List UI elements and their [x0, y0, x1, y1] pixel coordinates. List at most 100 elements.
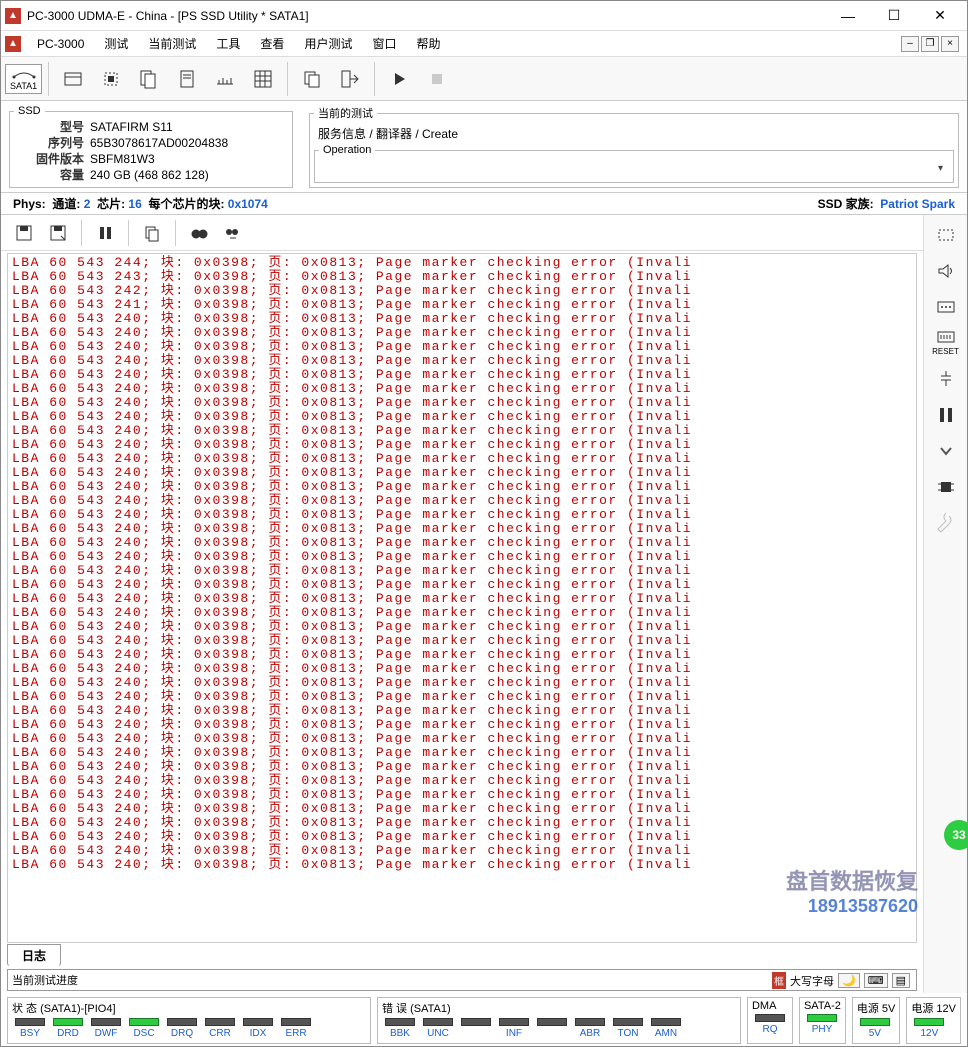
status-tray: 框 大写字母 🌙 ⌨ ▤ [772, 972, 910, 989]
led-dwf: DWF [88, 1018, 124, 1039]
status-p5-group: 电源 5V 5V [852, 997, 901, 1044]
led-bar [537, 1018, 567, 1026]
titlebar: ▲ PC-3000 UDMA-E - China - [PS SSD Utili… [1, 1, 967, 31]
close-button[interactable]: ✕ [917, 2, 963, 30]
tool-exit-icon[interactable] [332, 60, 368, 98]
led-crr: CRR [202, 1018, 238, 1039]
tool-ruler-icon[interactable] [207, 60, 243, 98]
led-bsy: BSY [12, 1018, 48, 1039]
operation-fieldset: Operation ▾ [314, 144, 954, 183]
tool-card-icon[interactable] [55, 60, 91, 98]
save-as-icon[interactable] [43, 218, 73, 248]
side-pause-icon[interactable] [930, 401, 962, 429]
led-label: TON [618, 1028, 639, 1039]
menu-tools[interactable]: 工具 [206, 33, 250, 54]
fw-value: SBFM81W3 [90, 151, 288, 167]
menubar: ▲ PC-3000 测试 当前测试 工具 查看 用户测试 窗口 帮助 – ❐ × [1, 31, 967, 57]
tray-extra-icon[interactable]: ▤ [892, 973, 910, 988]
tool-stop-icon[interactable] [419, 60, 455, 98]
blocks-value: 0x1074 [228, 197, 268, 211]
side-board-icon[interactable] [930, 293, 962, 321]
side-capacitor-icon[interactable] [930, 365, 962, 393]
led-ton: TON [610, 1018, 646, 1039]
capacity-value: 240 GB (468 862 128) [90, 167, 288, 183]
tool-grid-icon[interactable] [245, 60, 281, 98]
keyboard-icon[interactable]: ⌨ [864, 973, 888, 988]
sata-tab-label: SATA1 [10, 81, 37, 91]
app-label[interactable]: PC-3000 [27, 35, 94, 53]
status-err-label: 错 误 (SATA1) [382, 1000, 736, 1016]
menu-current-test[interactable]: 当前测试 [138, 33, 206, 54]
led-bar [499, 1018, 529, 1026]
led-bar [91, 1018, 121, 1026]
serial-label: 序列号 [14, 135, 84, 151]
led-inf: INF [496, 1018, 532, 1039]
mdi-minimize-button[interactable]: – [901, 36, 919, 52]
caps-label: 大写字母 [790, 973, 834, 989]
save-icon[interactable] [9, 218, 39, 248]
model-value: SATAFIRM S11 [90, 119, 288, 135]
led-label: BSY [20, 1028, 40, 1039]
current-test-fieldset: 当前的测试 服务信息 / 翻译器 / Create Operation ▾ [309, 105, 959, 188]
led-label: CRR [209, 1028, 231, 1039]
caps-indicator: 框 [772, 972, 786, 989]
led-label: ABR [580, 1028, 601, 1039]
status-sata2-label: SATA-2 [804, 1000, 841, 1012]
serial-value: 65B3078617AD00204838 [90, 135, 288, 151]
maximize-button[interactable]: ☐ [871, 2, 917, 30]
binoculars-next-icon[interactable] [218, 218, 248, 248]
led-bbk: BBK [382, 1018, 418, 1039]
model-label: 型号 [14, 119, 84, 135]
led-label: 5V [869, 1028, 881, 1039]
menu-user-test[interactable]: 用户测试 [294, 33, 362, 54]
side-chip-icon[interactable] [930, 221, 962, 249]
tab-log[interactable]: 日志 [7, 944, 61, 967]
tool-copy-icon[interactable] [294, 60, 330, 98]
led-bar [860, 1018, 890, 1026]
chevron-down-icon[interactable]: ▾ [938, 163, 943, 174]
menu-test[interactable]: 测试 [94, 33, 138, 54]
moon-icon[interactable]: 🌙 [838, 973, 860, 988]
side-speaker-icon[interactable] [930, 257, 962, 285]
led-phy: PHY [804, 1014, 840, 1035]
main-toolbar: SATA1 [1, 57, 967, 101]
menu-help[interactable]: 帮助 [406, 33, 450, 54]
window-title: PC-3000 UDMA-E - China - [PS SSD Utility… [27, 9, 825, 23]
led-bar [167, 1018, 197, 1026]
tool-doc-icon[interactable] [169, 60, 205, 98]
status-err-group: 错 误 (SATA1) BBKUNCINFABRTONAMN [377, 997, 741, 1044]
side-down-icon[interactable] [930, 437, 962, 465]
led-5v: 5V [857, 1018, 893, 1039]
led-bar [807, 1014, 837, 1022]
led-bar [129, 1018, 159, 1026]
mdi-close-button[interactable]: × [941, 36, 959, 52]
badge: 33 [944, 820, 968, 850]
side-reset-button[interactable]: RESET [930, 329, 962, 357]
led-drq: DRQ [164, 1018, 200, 1039]
led-bar [914, 1018, 944, 1026]
mdi-restore-button[interactable]: ❐ [921, 36, 939, 52]
app-icon: ▲ [5, 8, 21, 24]
tool-play-icon[interactable] [381, 60, 417, 98]
family-label: SSD 家族: [818, 197, 874, 211]
side-wrench-icon[interactable] [930, 509, 962, 537]
led-idx: IDX [240, 1018, 276, 1039]
channel-label: 通道: [52, 195, 80, 212]
led-bar [755, 1014, 785, 1022]
side-proc-icon[interactable] [930, 473, 962, 501]
tool-chip-icon[interactable] [93, 60, 129, 98]
ssd-legend: SSD [14, 105, 45, 117]
led-unc: UNC [420, 1018, 456, 1039]
led-label: INF [506, 1028, 522, 1039]
menu-window[interactable]: 窗口 [362, 33, 406, 54]
copy-icon[interactable] [137, 218, 167, 248]
sata-tab[interactable]: SATA1 [5, 64, 42, 94]
tool-docs-icon[interactable] [131, 60, 167, 98]
menu-view[interactable]: 查看 [250, 33, 294, 54]
family-value: Patriot Spark [880, 197, 955, 211]
log-output[interactable]: LBA 60 543 244; 块: 0x0398; 页: 0x0813; Pa… [7, 253, 917, 943]
led-label: 12V [920, 1028, 938, 1039]
binoculars-icon[interactable] [184, 218, 214, 248]
minimize-button[interactable]: — [825, 2, 871, 30]
pause-icon[interactable] [90, 218, 120, 248]
